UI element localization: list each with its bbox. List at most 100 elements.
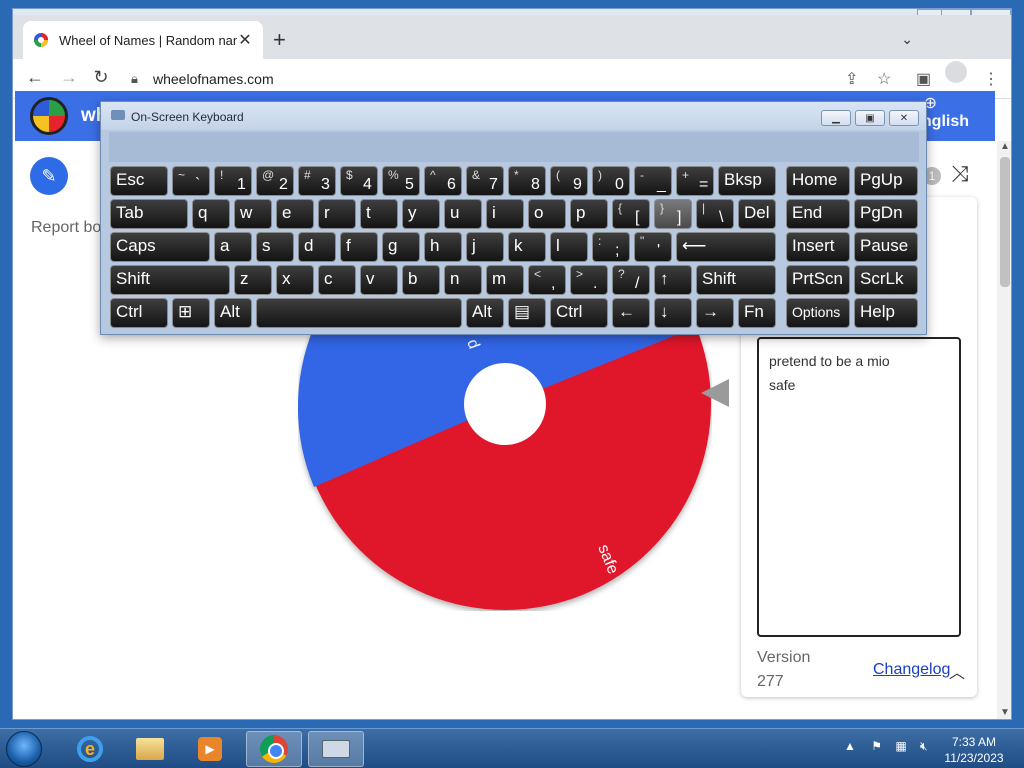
key-w[interactable]: w: [234, 199, 272, 229]
key-alt[interactable]: Alt: [214, 298, 252, 328]
pencil-icon[interactable]: ✎: [30, 157, 68, 195]
start-button[interactable]: [6, 731, 42, 767]
key-c[interactable]: c: [318, 265, 356, 295]
osk-minimize-button[interactable]: ▁: [821, 110, 851, 126]
key-4[interactable]: $4: [340, 166, 378, 196]
key-y[interactable]: y: [402, 199, 440, 229]
key-help[interactable]: Help: [854, 298, 918, 328]
key-caps[interactable]: Caps: [110, 232, 210, 262]
shuffle-icon[interactable]: ⤨: [951, 161, 969, 187]
key-symbol[interactable]: - _: [634, 166, 672, 196]
key-tab[interactable]: Tab: [110, 199, 188, 229]
address-bar[interactable]: wheelofnames.com: [153, 71, 274, 87]
key-m[interactable]: m: [486, 265, 524, 295]
logo[interactable]: [30, 97, 68, 135]
key-2[interactable]: @2: [256, 166, 294, 196]
scroll-up-icon[interactable]: ▲: [997, 141, 1011, 155]
key-bksp[interactable]: Bksp: [718, 166, 776, 196]
key-symbol[interactable]: ↓: [654, 298, 692, 328]
key-f[interactable]: f: [340, 232, 378, 262]
key-esc[interactable]: Esc: [110, 166, 168, 196]
key-symbol[interactable]: ? /: [612, 265, 650, 295]
scrollbar-thumb[interactable]: [1000, 157, 1010, 287]
explorer-taskbar-button[interactable]: [122, 731, 178, 767]
scroll-down-icon[interactable]: ▼: [997, 707, 1011, 719]
wheel-center[interactable]: [464, 363, 546, 445]
key-k[interactable]: k: [508, 232, 546, 262]
key-l[interactable]: l: [550, 232, 588, 262]
plus-icon[interactable]: +: [273, 27, 286, 53]
key-0[interactable]: ) 0: [592, 166, 630, 196]
arrow-right-icon[interactable]: →: [57, 67, 81, 88]
key-q[interactable]: q: [192, 199, 230, 229]
key-o[interactable]: o: [528, 199, 566, 229]
entries-textarea[interactable]: [757, 337, 961, 637]
report-link[interactable]: Report bo: [31, 219, 101, 237]
key-symbol[interactable]: ▤: [508, 298, 546, 328]
browser-tab[interactable]: Wheel of Names | Random name ✕: [23, 21, 263, 59]
key-symbol[interactable]: →: [696, 298, 734, 328]
tab-search-icon[interactable]: ⌄: [901, 31, 913, 48]
key-pause[interactable]: Pause: [854, 232, 918, 262]
key-symbol[interactable]: {[: [612, 199, 650, 229]
osk-close-button[interactable]: ✕: [889, 110, 919, 126]
key-scrlk[interactable]: ScrLk: [854, 265, 918, 295]
key-d[interactable]: d: [298, 232, 336, 262]
osk-titlebar[interactable]: On-Screen Keyboard ▁ ▣ ✕: [101, 102, 926, 130]
key-symbol[interactable]: " ': [634, 232, 672, 262]
key-g[interactable]: g: [382, 232, 420, 262]
kebab-menu-icon[interactable]: ⋮: [983, 69, 999, 89]
key-6[interactable]: ^ 6: [424, 166, 462, 196]
changelog-link[interactable]: Changelog: [873, 661, 950, 679]
close-icon[interactable]: ✕: [237, 30, 253, 50]
star-icon[interactable]: ☆: [877, 69, 891, 89]
key-alt[interactable]: Alt: [466, 298, 504, 328]
key-7[interactable]: & 7: [466, 166, 504, 196]
key-symbol[interactable]: ⟵: [676, 232, 776, 262]
key-del[interactable]: Del: [738, 199, 776, 229]
key-symbol[interactable]: :;: [592, 232, 630, 262]
key-v[interactable]: v: [360, 265, 398, 295]
sidepanel-icon[interactable]: ▣: [916, 69, 931, 89]
key-pgup[interactable]: PgUp: [854, 166, 918, 196]
key-i[interactable]: i: [486, 199, 524, 229]
key-r[interactable]: r: [318, 199, 356, 229]
key-8[interactable]: * 8: [508, 166, 546, 196]
key-symbol[interactable]: | \: [696, 199, 734, 229]
key-n[interactable]: n: [444, 265, 482, 295]
arrow-left-icon[interactable]: ←: [23, 67, 47, 88]
key-1[interactable]: ! 1: [214, 166, 252, 196]
osk-maximize-button[interactable]: ▣: [855, 110, 885, 126]
key-j[interactable]: j: [466, 232, 504, 262]
key-prtscn[interactable]: PrtScn: [786, 265, 850, 295]
key-u[interactable]: u: [444, 199, 482, 229]
key-space[interactable]: [256, 298, 462, 328]
osk-taskbar-button[interactable]: [308, 731, 364, 767]
key-h[interactable]: h: [424, 232, 462, 262]
key-end[interactable]: End: [786, 199, 850, 229]
key-home[interactable]: Home: [786, 166, 850, 196]
internet-explorer-taskbar-button[interactable]: e: [62, 731, 118, 767]
key-5[interactable]: % 5: [382, 166, 420, 196]
key-z[interactable]: z: [234, 265, 272, 295]
key-shift[interactable]: Shift: [696, 265, 776, 295]
chrome-taskbar-button[interactable]: [246, 731, 302, 767]
key-3[interactable]: #3: [298, 166, 336, 196]
key-symbol[interactable]: >.: [570, 265, 608, 295]
chevron-up-icon[interactable]: ︿: [949, 659, 965, 683]
key-fn[interactable]: Fn: [738, 298, 776, 328]
page-scrollbar[interactable]: ▲ ▼: [997, 141, 1011, 719]
key-b[interactable]: b: [402, 265, 440, 295]
action-center-icon[interactable]: ⚑: [871, 739, 882, 753]
key-symbol[interactable]: + =: [676, 166, 714, 196]
reload-icon[interactable]: ↻: [89, 67, 113, 88]
key-e[interactable]: e: [276, 199, 314, 229]
language-selector[interactable]: nglish: [922, 113, 969, 131]
key-x[interactable]: x: [276, 265, 314, 295]
show-hidden-icons-icon[interactable]: ▲: [844, 739, 856, 753]
share-icon[interactable]: ⇪: [845, 69, 858, 89]
profile-icon[interactable]: [945, 61, 967, 83]
volume-muted-icon[interactable]: 🔇︎: [920, 739, 928, 753]
media-player-taskbar-button[interactable]: ▶: [182, 731, 238, 767]
key-p[interactable]: p: [570, 199, 608, 229]
